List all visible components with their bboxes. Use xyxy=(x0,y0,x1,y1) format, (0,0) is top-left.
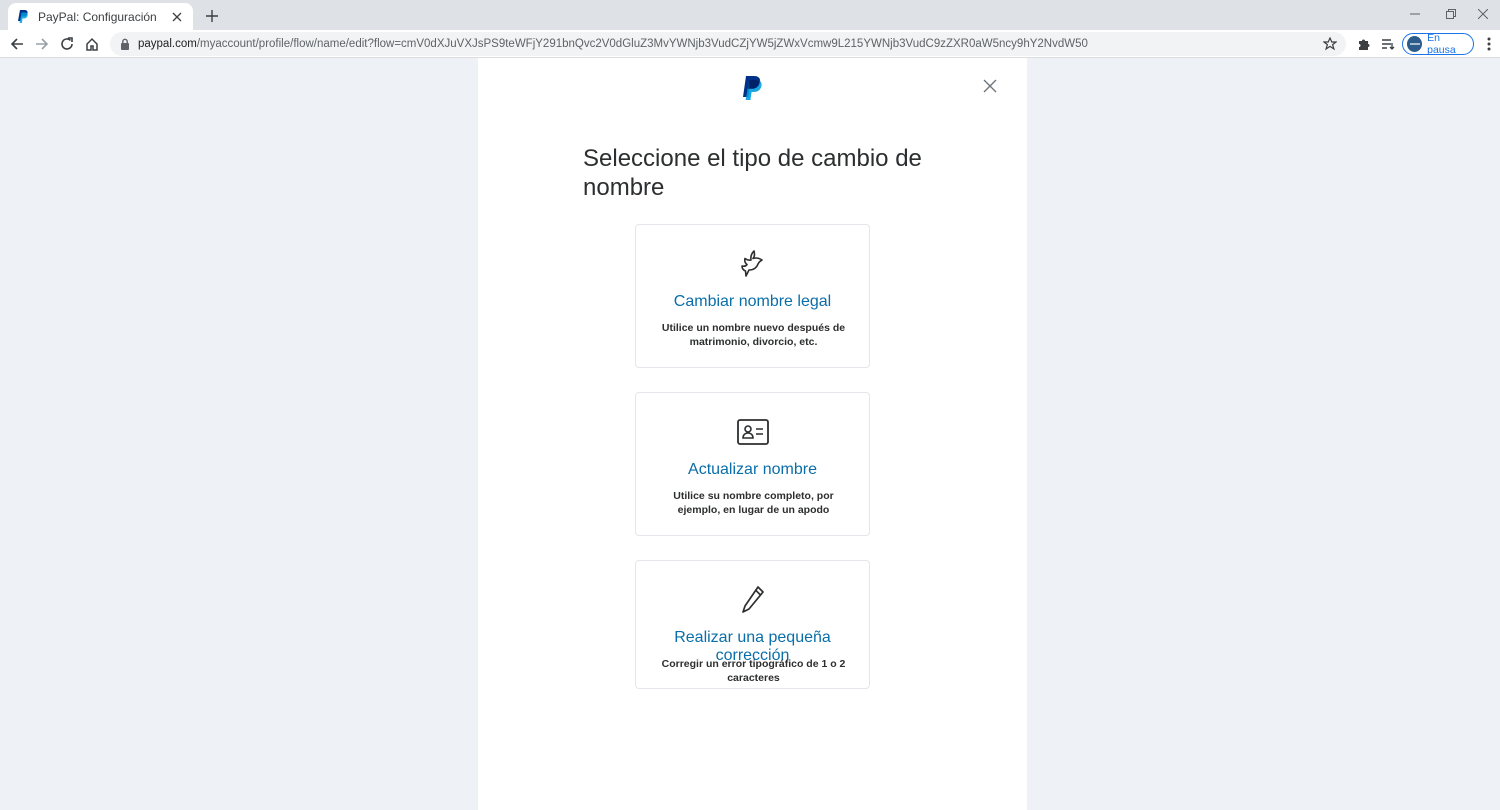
bookmark-star-icon[interactable] xyxy=(1322,36,1338,52)
browser-tab-bar: PayPal: Configuración xyxy=(0,0,1500,30)
url-path: /myaccount/profile/flow/name/edit?flow=c… xyxy=(196,38,1088,50)
tab-close-icon[interactable] xyxy=(169,9,185,25)
name-change-panel: Seleccione el tipo de cambio de nombre C… xyxy=(478,58,1027,810)
avatar xyxy=(1407,36,1423,52)
id-card-icon xyxy=(736,415,770,449)
browser-toolbar: paypal.com/myaccount/profile/flow/name/e… xyxy=(0,30,1500,58)
option-description: Utilice su nombre completo, por ejemplo,… xyxy=(673,490,834,516)
home-icon[interactable] xyxy=(81,33,103,55)
profile-button[interactable]: En pausa xyxy=(1402,32,1474,56)
url-text: paypal.com/myaccount/profile/flow/name/e… xyxy=(138,38,1346,50)
reload-icon[interactable] xyxy=(56,33,78,55)
reading-list-icon[interactable] xyxy=(1378,34,1398,54)
option-title: Cambiar nombre legal xyxy=(673,293,832,310)
tab-title: PayPal: Configuración xyxy=(38,9,157,24)
restore-icon[interactable] xyxy=(1434,4,1468,24)
page-title: Seleccione el tipo de cambio de nombre xyxy=(583,145,922,201)
minimize-icon[interactable] xyxy=(1398,4,1432,24)
option-title: Actualizar nombre xyxy=(688,461,817,478)
browser-menu-icon[interactable] xyxy=(1482,34,1496,54)
forward-arrow-icon[interactable] xyxy=(31,33,53,55)
option-legal-name-change[interactable]: Cambiar nombre legal Utilice un nombre n… xyxy=(635,224,870,368)
pencil-icon xyxy=(736,583,770,617)
browser-tab[interactable]: PayPal: Configuración xyxy=(8,3,193,30)
close-icon[interactable] xyxy=(982,78,998,94)
lock-icon[interactable] xyxy=(120,38,132,50)
paypal-favicon-icon xyxy=(16,10,30,24)
option-description: Utilice un nombre nuevo después de matri… xyxy=(661,322,846,348)
page-background: Seleccione el tipo de cambio de nombre C… xyxy=(0,58,1500,810)
profile-status-label: En pausa xyxy=(1427,32,1456,56)
url-host: paypal.com xyxy=(138,38,197,50)
address-bar[interactable]: paypal.com/myaccount/profile/flow/name/e… xyxy=(110,32,1346,56)
option-small-correction[interactable]: Realizar una pequeña corrección Corregir… xyxy=(635,560,870,689)
dove-icon xyxy=(736,247,770,281)
option-description: Corregir un error tipográfico de 1 o 2 c… xyxy=(661,658,846,684)
extensions-puzzle-icon[interactable] xyxy=(1354,34,1374,54)
new-tab-plus-icon[interactable] xyxy=(202,6,222,26)
option-update-name[interactable]: Actualizar nombre Utilice su nombre comp… xyxy=(635,392,870,536)
paypal-logo-icon xyxy=(743,76,762,100)
close-window-icon[interactable] xyxy=(1466,4,1500,24)
back-arrow-icon[interactable] xyxy=(6,33,28,55)
